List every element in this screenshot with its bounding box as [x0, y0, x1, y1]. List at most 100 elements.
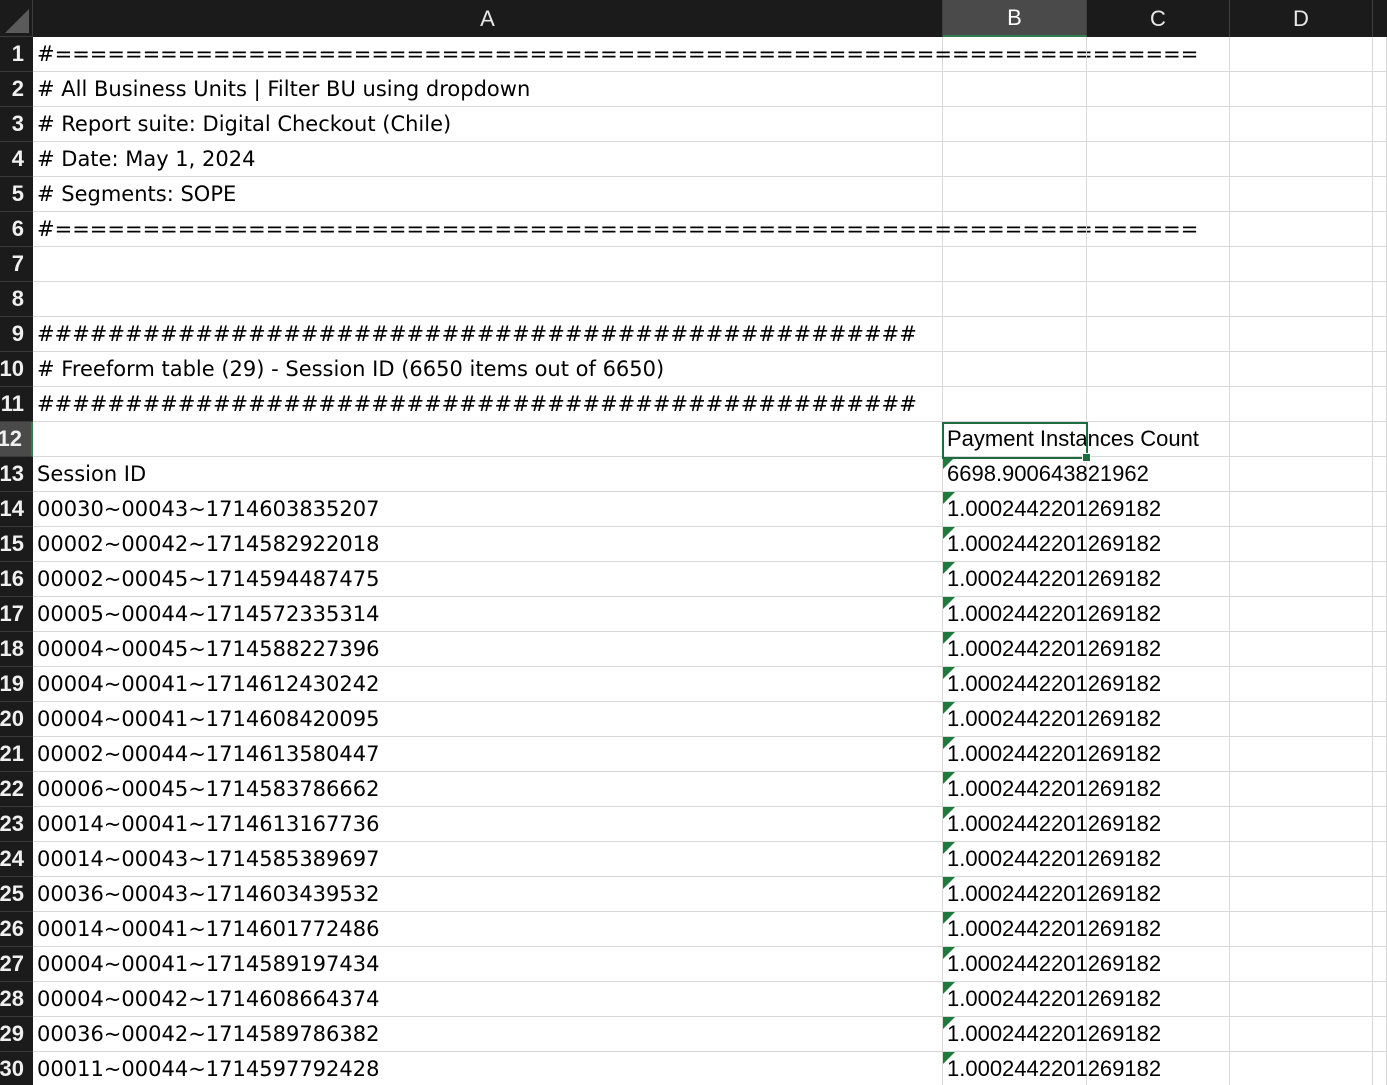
cell-e25[interactable] [1373, 877, 1387, 912]
row-header-8[interactable]: 8 [0, 282, 33, 317]
cell-a24[interactable]: 00014~00043~1714585389697 [33, 842, 943, 877]
cell-e4[interactable] [1373, 142, 1387, 177]
cell-e30[interactable] [1373, 1052, 1387, 1085]
cell-e10[interactable] [1373, 352, 1387, 387]
cell-a10[interactable]: # Freeform table (29) - Session ID (6650… [33, 352, 943, 387]
cell-b30[interactable]: 1.0002442201269182 [943, 1052, 1161, 1085]
cell-e20[interactable] [1373, 702, 1387, 737]
number-as-text-indicator-icon[interactable] [943, 1052, 955, 1064]
row-header-25[interactable]: 25 [0, 877, 33, 912]
cell-b1[interactable] [943, 37, 1087, 72]
cell-e9[interactable] [1373, 317, 1387, 352]
cell-d29[interactable] [1230, 1017, 1373, 1052]
cell-d11[interactable] [1230, 387, 1373, 422]
column-header-b[interactable]: B [943, 0, 1087, 37]
row-header-30[interactable]: 30 [0, 1052, 33, 1085]
number-as-text-indicator-icon[interactable] [943, 492, 955, 504]
cell-b5[interactable] [943, 177, 1087, 212]
cell-c2[interactable] [1087, 72, 1230, 107]
cell-b29[interactable]: 1.0002442201269182 [943, 1017, 1161, 1052]
cell-a2[interactable]: # All Business Units | Filter BU using d… [33, 72, 943, 107]
row-header-22[interactable]: 22 [0, 772, 33, 807]
cell-e19[interactable] [1373, 667, 1387, 702]
cell-b9[interactable] [943, 317, 1087, 352]
cell-e17[interactable] [1373, 597, 1387, 632]
cell-b20[interactable]: 1.0002442201269182 [943, 702, 1161, 737]
cell-b28[interactable]: 1.0002442201269182 [943, 982, 1161, 1017]
cell-a21[interactable]: 00002~00044~1714613580447 [33, 737, 943, 772]
cell-a15[interactable]: 00002~00042~1714582922018 [33, 527, 943, 562]
cell-e15[interactable] [1373, 527, 1387, 562]
row-header-7[interactable]: 7 [0, 247, 33, 282]
cell-a7[interactable] [33, 247, 943, 282]
cell-d18[interactable] [1230, 632, 1373, 667]
row-header-4[interactable]: 4 [0, 142, 33, 177]
row-header-20[interactable]: 20 [0, 702, 33, 737]
cell-e28[interactable] [1373, 982, 1387, 1017]
cell-e6[interactable] [1373, 212, 1387, 247]
number-as-text-indicator-icon[interactable] [943, 632, 955, 644]
number-as-text-indicator-icon[interactable] [943, 527, 955, 539]
column-header-d[interactable]: D [1230, 0, 1373, 37]
cell-e14[interactable] [1373, 492, 1387, 527]
cell-a18[interactable]: 00004~00045~1714588227396 [33, 632, 943, 667]
cell-d3[interactable] [1230, 107, 1373, 142]
cell-d4[interactable] [1230, 142, 1373, 177]
cell-b17[interactable]: 1.0002442201269182 [943, 597, 1161, 632]
cell-b16[interactable]: 1.0002442201269182 [943, 562, 1161, 597]
cell-d6[interactable] [1230, 212, 1373, 247]
cell-a11[interactable]: ########################################… [33, 387, 943, 422]
cell-e29[interactable] [1373, 1017, 1387, 1052]
cell-b10[interactable] [943, 352, 1087, 387]
row-header-5[interactable]: 5 [0, 177, 33, 212]
row-header-18[interactable]: 18 [0, 632, 33, 667]
cell-c3[interactable] [1087, 107, 1230, 142]
row-header-21[interactable]: 21 [0, 737, 33, 772]
row-header-23[interactable]: 23 [0, 807, 33, 842]
column-header-c[interactable]: C [1087, 0, 1230, 37]
cell-a14[interactable]: 00030~00043~1714603835207 [33, 492, 943, 527]
cell-d25[interactable] [1230, 877, 1373, 912]
row-header-27[interactable]: 27 [0, 947, 33, 982]
cell-e21[interactable] [1373, 737, 1387, 772]
row-header-6[interactable]: 6 [0, 212, 33, 247]
number-as-text-indicator-icon[interactable] [943, 947, 955, 959]
cell-d10[interactable] [1230, 352, 1373, 387]
cell-c8[interactable] [1087, 282, 1230, 317]
row-header-24[interactable]: 24 [0, 842, 33, 877]
cell-d9[interactable] [1230, 317, 1373, 352]
cell-a28[interactable]: 00004~00042~1714608664374 [33, 982, 943, 1017]
cell-d21[interactable] [1230, 737, 1373, 772]
row-header-26[interactable]: 26 [0, 912, 33, 947]
cell-d20[interactable] [1230, 702, 1373, 737]
cell-c4[interactable] [1087, 142, 1230, 177]
cell-c6[interactable] [1087, 212, 1230, 247]
cell-a19[interactable]: 00004~00041~1714612430242 [33, 667, 943, 702]
cell-c7[interactable] [1087, 247, 1230, 282]
cell-d26[interactable] [1230, 912, 1373, 947]
row-header-16[interactable]: 16 [0, 562, 33, 597]
cell-d24[interactable] [1230, 842, 1373, 877]
column-header-a[interactable]: A [33, 0, 943, 37]
cell-b23[interactable]: 1.0002442201269182 [943, 807, 1161, 842]
cell-a6[interactable]: #=======================================… [33, 212, 1198, 247]
row-header-17[interactable]: 17 [0, 597, 33, 632]
number-as-text-indicator-icon[interactable] [943, 667, 955, 679]
row-header-13[interactable]: 13 [0, 457, 33, 492]
number-as-text-indicator-icon[interactable] [943, 702, 955, 714]
cell-e27[interactable] [1373, 947, 1387, 982]
cell-b27[interactable]: 1.0002442201269182 [943, 947, 1161, 982]
cell-d22[interactable] [1230, 772, 1373, 807]
cell-a23[interactable]: 00014~00041~1714613167736 [33, 807, 943, 842]
cell-c11[interactable] [1087, 387, 1230, 422]
cell-b21[interactable]: 1.0002442201269182 [943, 737, 1161, 772]
row-header-9[interactable]: 9 [0, 317, 33, 352]
cell-e2[interactable] [1373, 72, 1387, 107]
cell-d17[interactable] [1230, 597, 1373, 632]
cell-d19[interactable] [1230, 667, 1373, 702]
cell-d12[interactable] [1230, 422, 1373, 457]
cell-a22[interactable]: 00006~00045~1714583786662 [33, 772, 943, 807]
cell-e1[interactable] [1373, 37, 1387, 72]
cell-c9[interactable] [1087, 317, 1230, 352]
column-header-e[interactable] [1373, 0, 1387, 37]
